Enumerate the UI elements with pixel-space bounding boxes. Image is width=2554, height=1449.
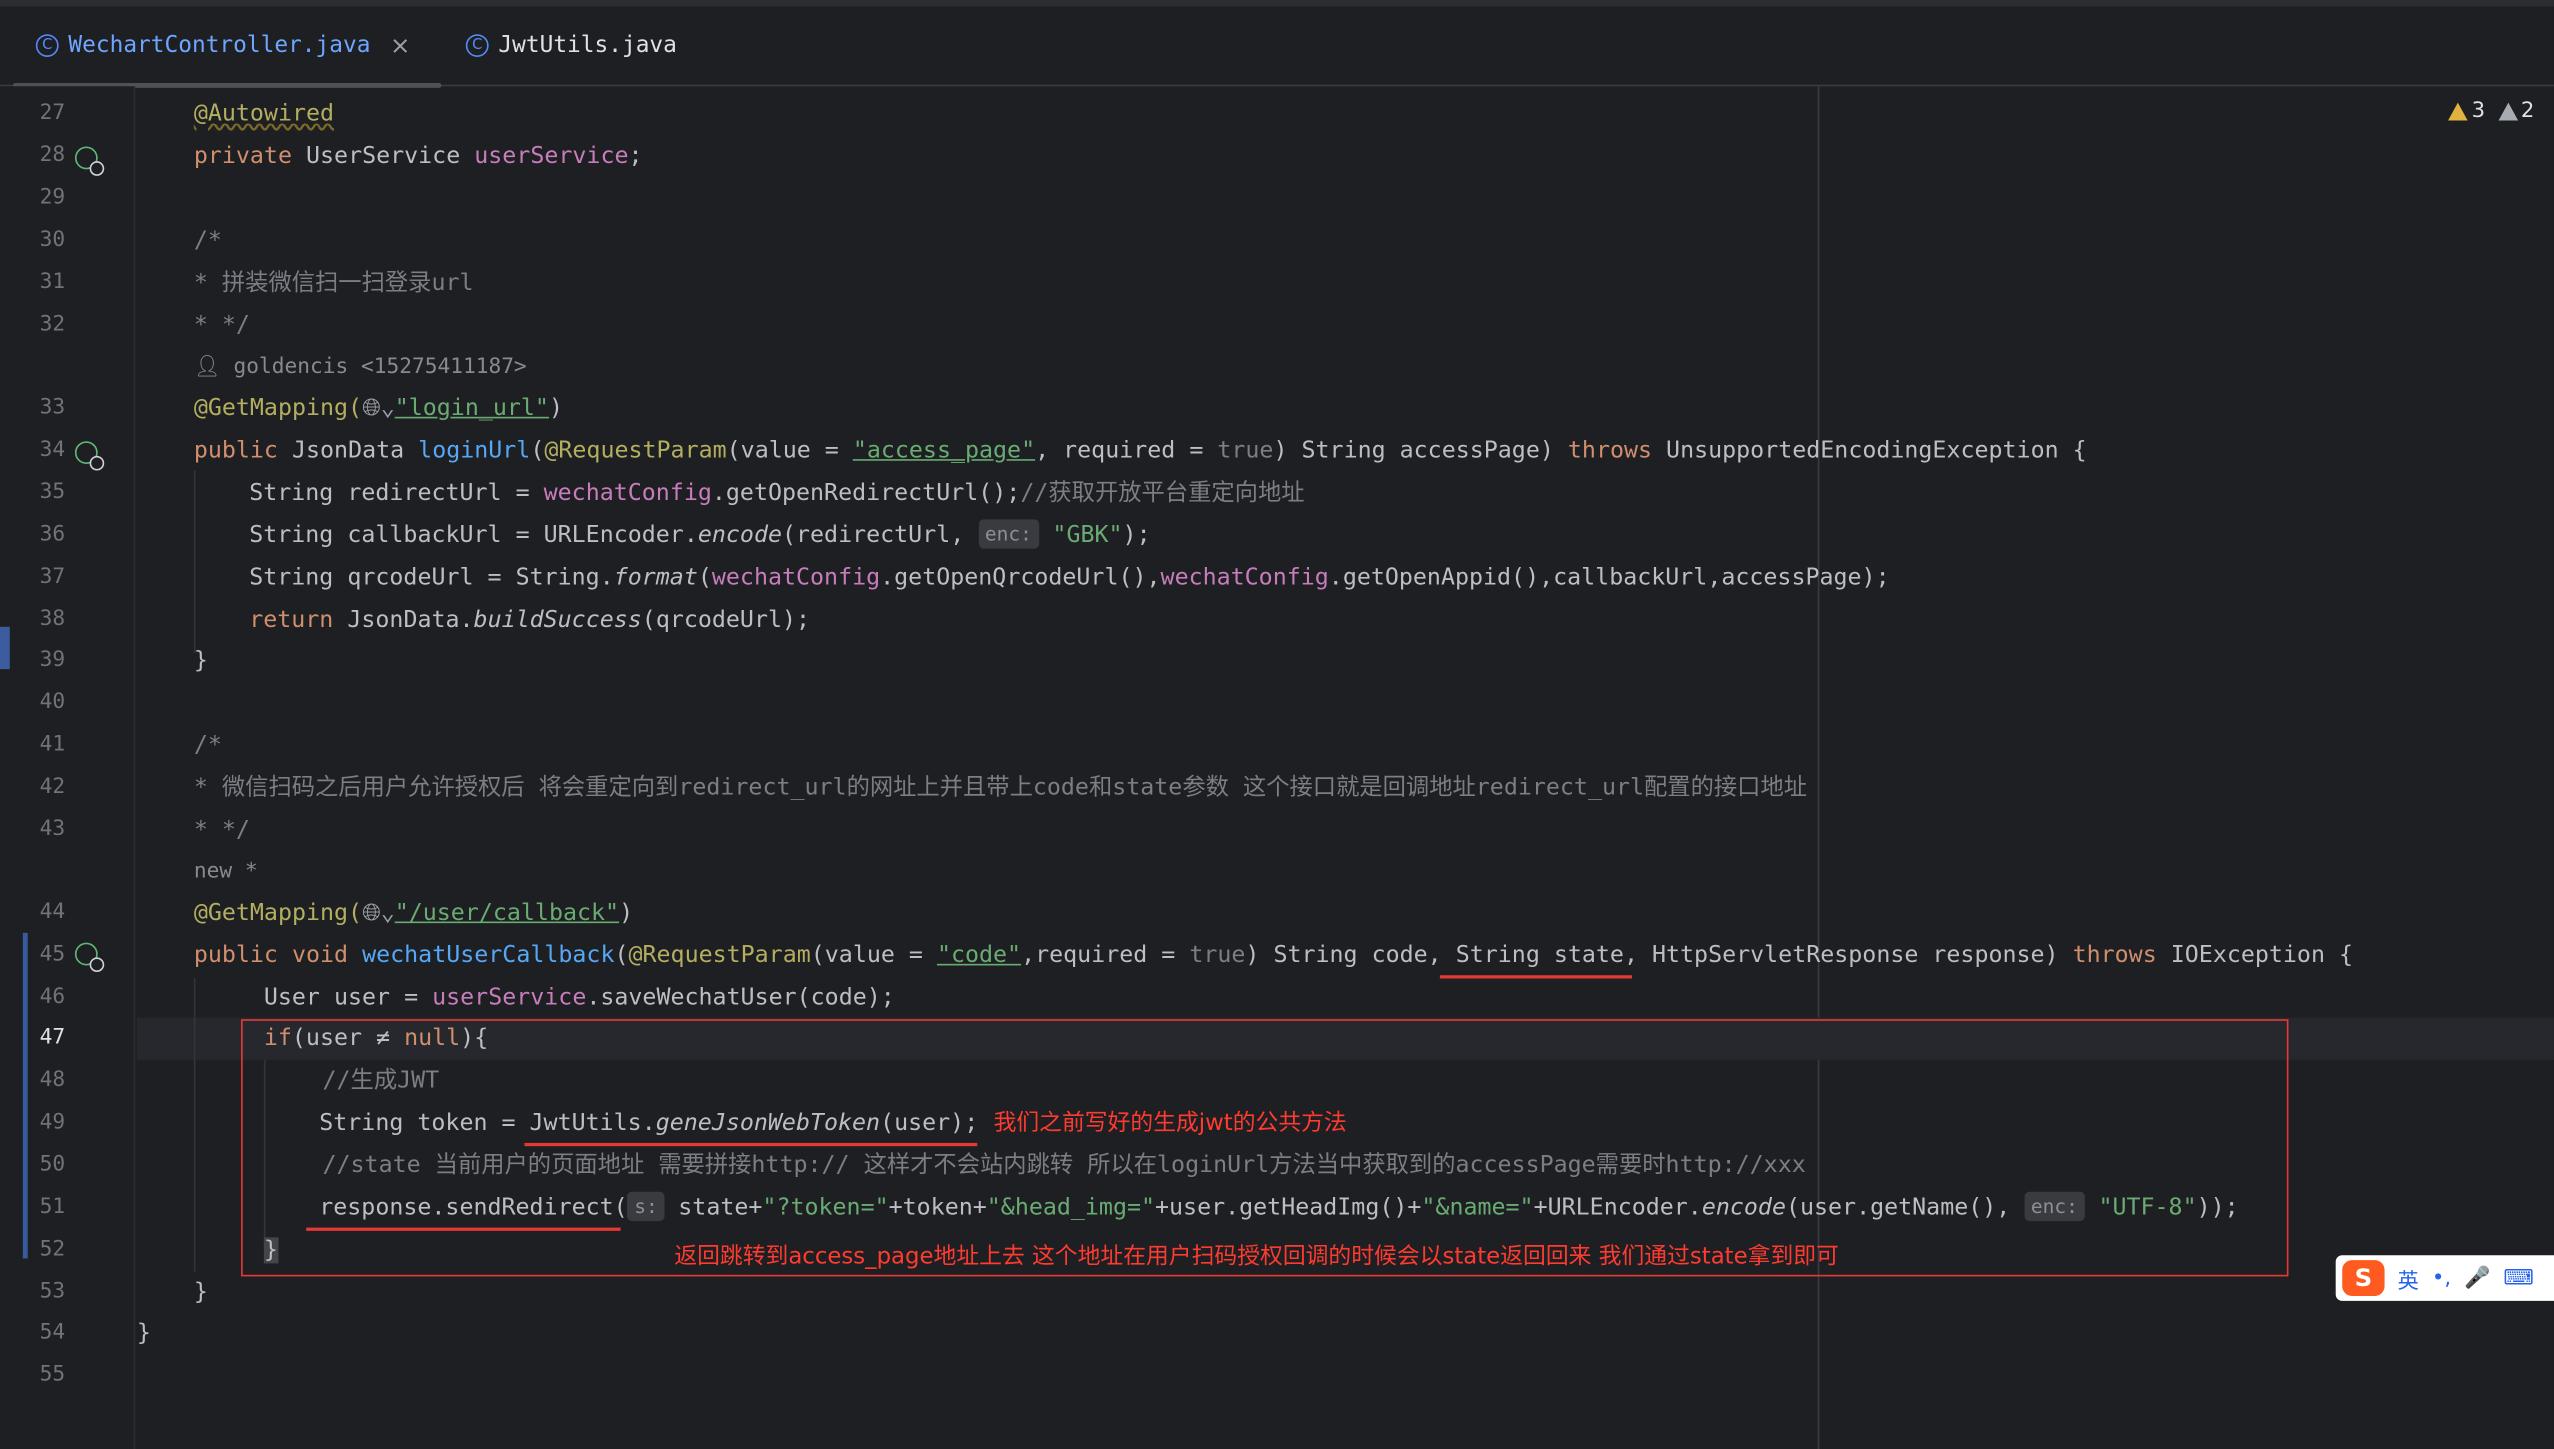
line-number[interactable]: 46 <box>0 985 66 1009</box>
line-number[interactable]: 49 <box>0 1110 66 1134</box>
code-line-44: @GetMapping(🌐︎⌄"/user/callback") <box>193 900 634 927</box>
annotation-note-jwt: 我们之前写好的生成jwt的公共方法 <box>993 1110 1347 1137</box>
line-number[interactable]: 27 <box>0 101 66 125</box>
globe-icon[interactable]: 🌐︎⌄ <box>362 900 395 926</box>
code-line-46: User user = userService.saveWechatUser(c… <box>263 985 895 1012</box>
line-number[interactable]: 37 <box>0 565 66 589</box>
code-line-43: * */ <box>193 817 250 844</box>
web-endpoint-icon[interactable] <box>74 441 105 471</box>
ime-punct[interactable]: •, <box>2432 1266 2451 1290</box>
keyboard-icon[interactable]: ⌨ <box>2503 1266 2534 1290</box>
sogou-logo: S <box>2342 1260 2385 1296</box>
warning-count[interactable]: 3 <box>2448 99 2485 124</box>
code-line-32: * */ <box>193 312 250 339</box>
code-line-37: String qrcodeUrl = String.format(wechatC… <box>249 564 1890 592</box>
line-number[interactable]: 40 <box>0 690 66 714</box>
user-icon: 👤︎ <box>193 354 221 380</box>
line-number[interactable]: 33 <box>0 396 66 420</box>
class-icon: C <box>35 34 59 57</box>
line-number[interactable]: 54 <box>0 1320 66 1344</box>
code-line-38: return JsonData.buildSuccess(qrcodeUrl); <box>249 607 811 634</box>
mic-icon[interactable]: 🎤 <box>2464 1266 2490 1290</box>
line-number[interactable]: 41 <box>0 733 66 757</box>
line-number[interactable]: 32 <box>0 313 66 337</box>
globe-icon[interactable]: 🌐︎⌄ <box>362 396 395 422</box>
line-number[interactable]: 35 <box>0 480 66 504</box>
ime-toolbar[interactable]: S 英 •, 🎤 ⌨ <box>2335 1255 2554 1301</box>
web-endpoint-icon[interactable] <box>74 942 105 972</box>
code-line-42: * 微信扫码之后用户允许授权后 将会重定向到redirect_url的网址上并且… <box>193 774 1808 802</box>
code-line-28: private UserService userService; <box>193 143 643 170</box>
code-line-39: } <box>193 647 208 675</box>
underline-annotation <box>1439 975 1633 979</box>
line-number[interactable]: 29 <box>0 186 66 210</box>
line-number[interactable]: 36 <box>0 523 66 547</box>
line-number[interactable]: 43 <box>0 817 66 841</box>
code-line-33: @GetMapping(🌐︎⌄"login_url") <box>193 395 563 422</box>
inspection-widget[interactable]: 3 2 <box>2448 99 2534 124</box>
class-icon: C <box>465 34 489 57</box>
indent-guide <box>193 470 196 653</box>
line-number[interactable]: 55 <box>0 1363 66 1387</box>
code-line-36: String callbackUrl = URLEncoder.encode(r… <box>249 514 1151 556</box>
line-number[interactable]: 42 <box>0 775 66 799</box>
line-number[interactable]: 51 <box>0 1195 66 1219</box>
code-editor[interactable]: 27 28 29 30 31 32 33 34 35 36 37 38 39 40 41 42 43 44 45 46… <box>0 86 2554 1449</box>
tab-wechart-controller[interactable]: C WechartController.java × <box>35 7 411 85</box>
weak-warning-count[interactable]: 2 <box>2498 99 2534 124</box>
line-number[interactable]: 31 <box>0 270 66 294</box>
code-line-45: public void wechatUserCallback(@RequestP… <box>193 942 2354 969</box>
code-line-30: /* <box>193 227 222 254</box>
line-number[interactable]: 45 <box>0 943 66 967</box>
line-number[interactable]: 28 <box>0 143 66 167</box>
underline-annotation <box>524 1142 978 1147</box>
code-line-54: } <box>136 1320 151 1347</box>
tab-label: WechartController.java <box>68 32 371 59</box>
spring-bean-icon[interactable] <box>74 146 105 176</box>
code-line-31: * 拼装微信扫一扫登录url <box>193 270 474 297</box>
annotation-note-redirect: 返回跳转到access_page地址上去 这个地址在用户扫码授权回调的时候会以s… <box>674 1243 1839 1270</box>
author-inlay[interactable]: 👤︎ goldencis <15275411187> <box>194 347 527 389</box>
tab-jwt-utils[interactable]: C JwtUtils.java <box>465 7 677 85</box>
code-line-41: /* <box>193 732 222 759</box>
code-line-35: String redirectUrl = wechatConfig.getOpe… <box>249 480 1305 507</box>
code-line-53: } <box>193 1279 208 1306</box>
line-number[interactable]: 38 <box>0 607 66 631</box>
tab-label: JwtUtils.java <box>498 32 677 59</box>
code-line-34: public JsonData loginUrl(@RequestParam(v… <box>193 437 2087 465</box>
line-number[interactable]: 47 <box>0 1026 66 1050</box>
warning-icon <box>2448 102 2469 121</box>
line-number[interactable]: 44 <box>0 900 66 924</box>
highlight-box-annotation <box>241 1019 2289 1277</box>
ide-window: C WechartController.java × C JwtUtils.ja… <box>0 0 2554 1449</box>
editor-tab-bar: C WechartController.java × C JwtUtils.ja… <box>0 6 2554 88</box>
param-hint: enc: <box>978 519 1039 549</box>
indent-guide <box>193 978 196 1272</box>
line-number[interactable]: 39 <box>0 648 66 672</box>
new-code-inlay[interactable]: new * <box>194 851 258 893</box>
code-line-27: @Autowired <box>193 100 335 127</box>
line-number[interactable]: 30 <box>0 228 66 252</box>
underline-annotation <box>306 1227 621 1231</box>
line-number[interactable]: 50 <box>0 1153 66 1177</box>
line-number[interactable]: 34 <box>0 438 66 462</box>
line-number[interactable]: 52 <box>0 1237 66 1261</box>
line-number[interactable]: 53 <box>0 1280 66 1304</box>
weak-warning-icon <box>2498 102 2518 121</box>
ime-lang[interactable]: 英 <box>2398 1263 2419 1293</box>
close-icon[interactable]: × <box>390 31 410 60</box>
line-number[interactable]: 48 <box>0 1068 66 1092</box>
